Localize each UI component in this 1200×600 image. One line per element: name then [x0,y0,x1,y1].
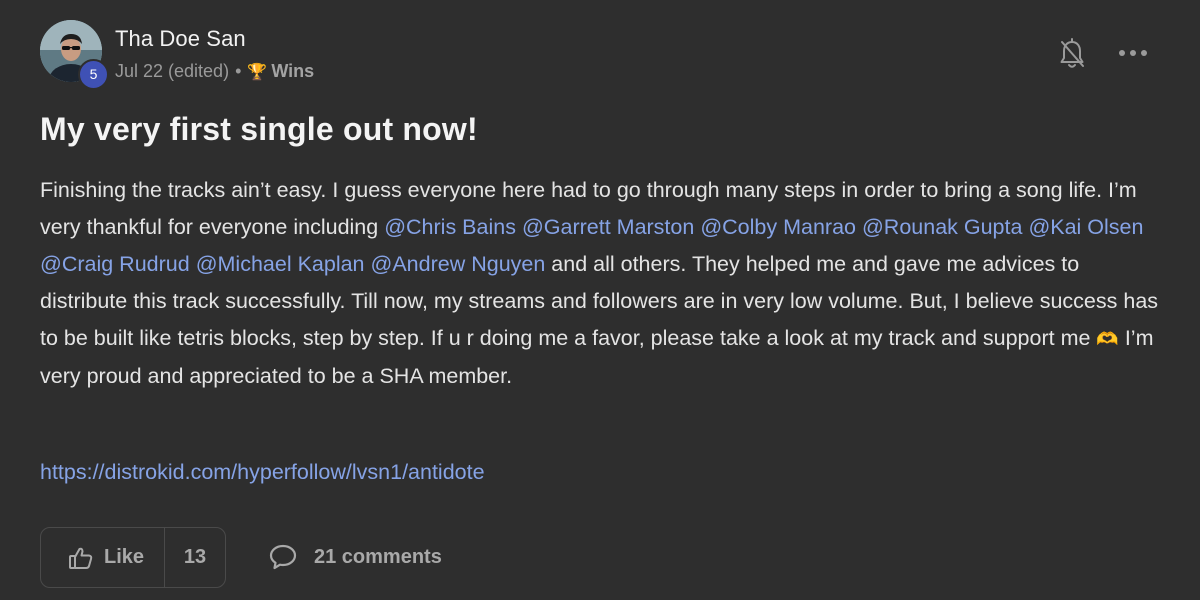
author-avatar-wrap[interactable]: 5 [40,20,109,90]
post-link-line: https://distrokid.com/hyperfollow/lvsn1/… [40,454,485,491]
mention-kai-olsen[interactable]: @Kai Olsen [1028,215,1143,239]
mention-colby-manrao[interactable]: @Colby Manrao [700,215,856,239]
comment-icon [269,544,297,570]
notification-toggle-button[interactable] [1058,38,1086,70]
mention-michael-kaplan[interactable]: @Michael Kaplan [196,252,365,276]
author-name[interactable]: Tha Doe San [115,26,246,52]
mention-garrett-marston[interactable]: @Garrett Marston [522,215,694,239]
level-badge: 5 [78,59,109,90]
post-body: Finishing the tracks ain’t easy. I guess… [40,172,1165,395]
mention-rounak-gupta[interactable]: @Rounak Gupta [862,215,1022,239]
thumbs-up-icon [69,547,93,569]
mention-chris-bains[interactable]: @Chris Bains [384,215,516,239]
mention-craig-rudrud[interactable]: @Craig Rudrud [40,252,190,276]
post-title: My very first single out now! [40,111,478,147]
meta-separator: • [235,61,242,81]
track-link[interactable]: https://distrokid.com/hyperfollow/lvsn1/… [40,460,485,484]
post-date[interactable]: Jul 22 (edited) [115,61,229,82]
heart-hands-emoji: 🫶 [1096,329,1119,349]
like-count[interactable]: 13 [165,546,225,569]
more-horizontal-icon [1119,50,1147,56]
category-label[interactable]: Wins [271,61,314,82]
post-meta: Jul 22 (edited) • 🏆 Wins [115,61,314,82]
mention-andrew-nguyen[interactable]: @Andrew Nguyen [371,252,546,276]
like-label: Like [104,546,145,568]
post-card: 5 Tha Doe San Jul 22 (edited) • 🏆 Wins M… [0,0,1200,600]
more-options-button[interactable] [1117,44,1149,62]
like-button[interactable]: Like [41,528,165,587]
like-box: Like 13 [40,527,226,588]
bell-off-icon [1060,38,1084,68]
comments-button[interactable]: 21 comments [268,543,442,571]
comments-label: 21 comments [314,545,442,568]
trophy-icon: 🏆 [247,63,268,81]
